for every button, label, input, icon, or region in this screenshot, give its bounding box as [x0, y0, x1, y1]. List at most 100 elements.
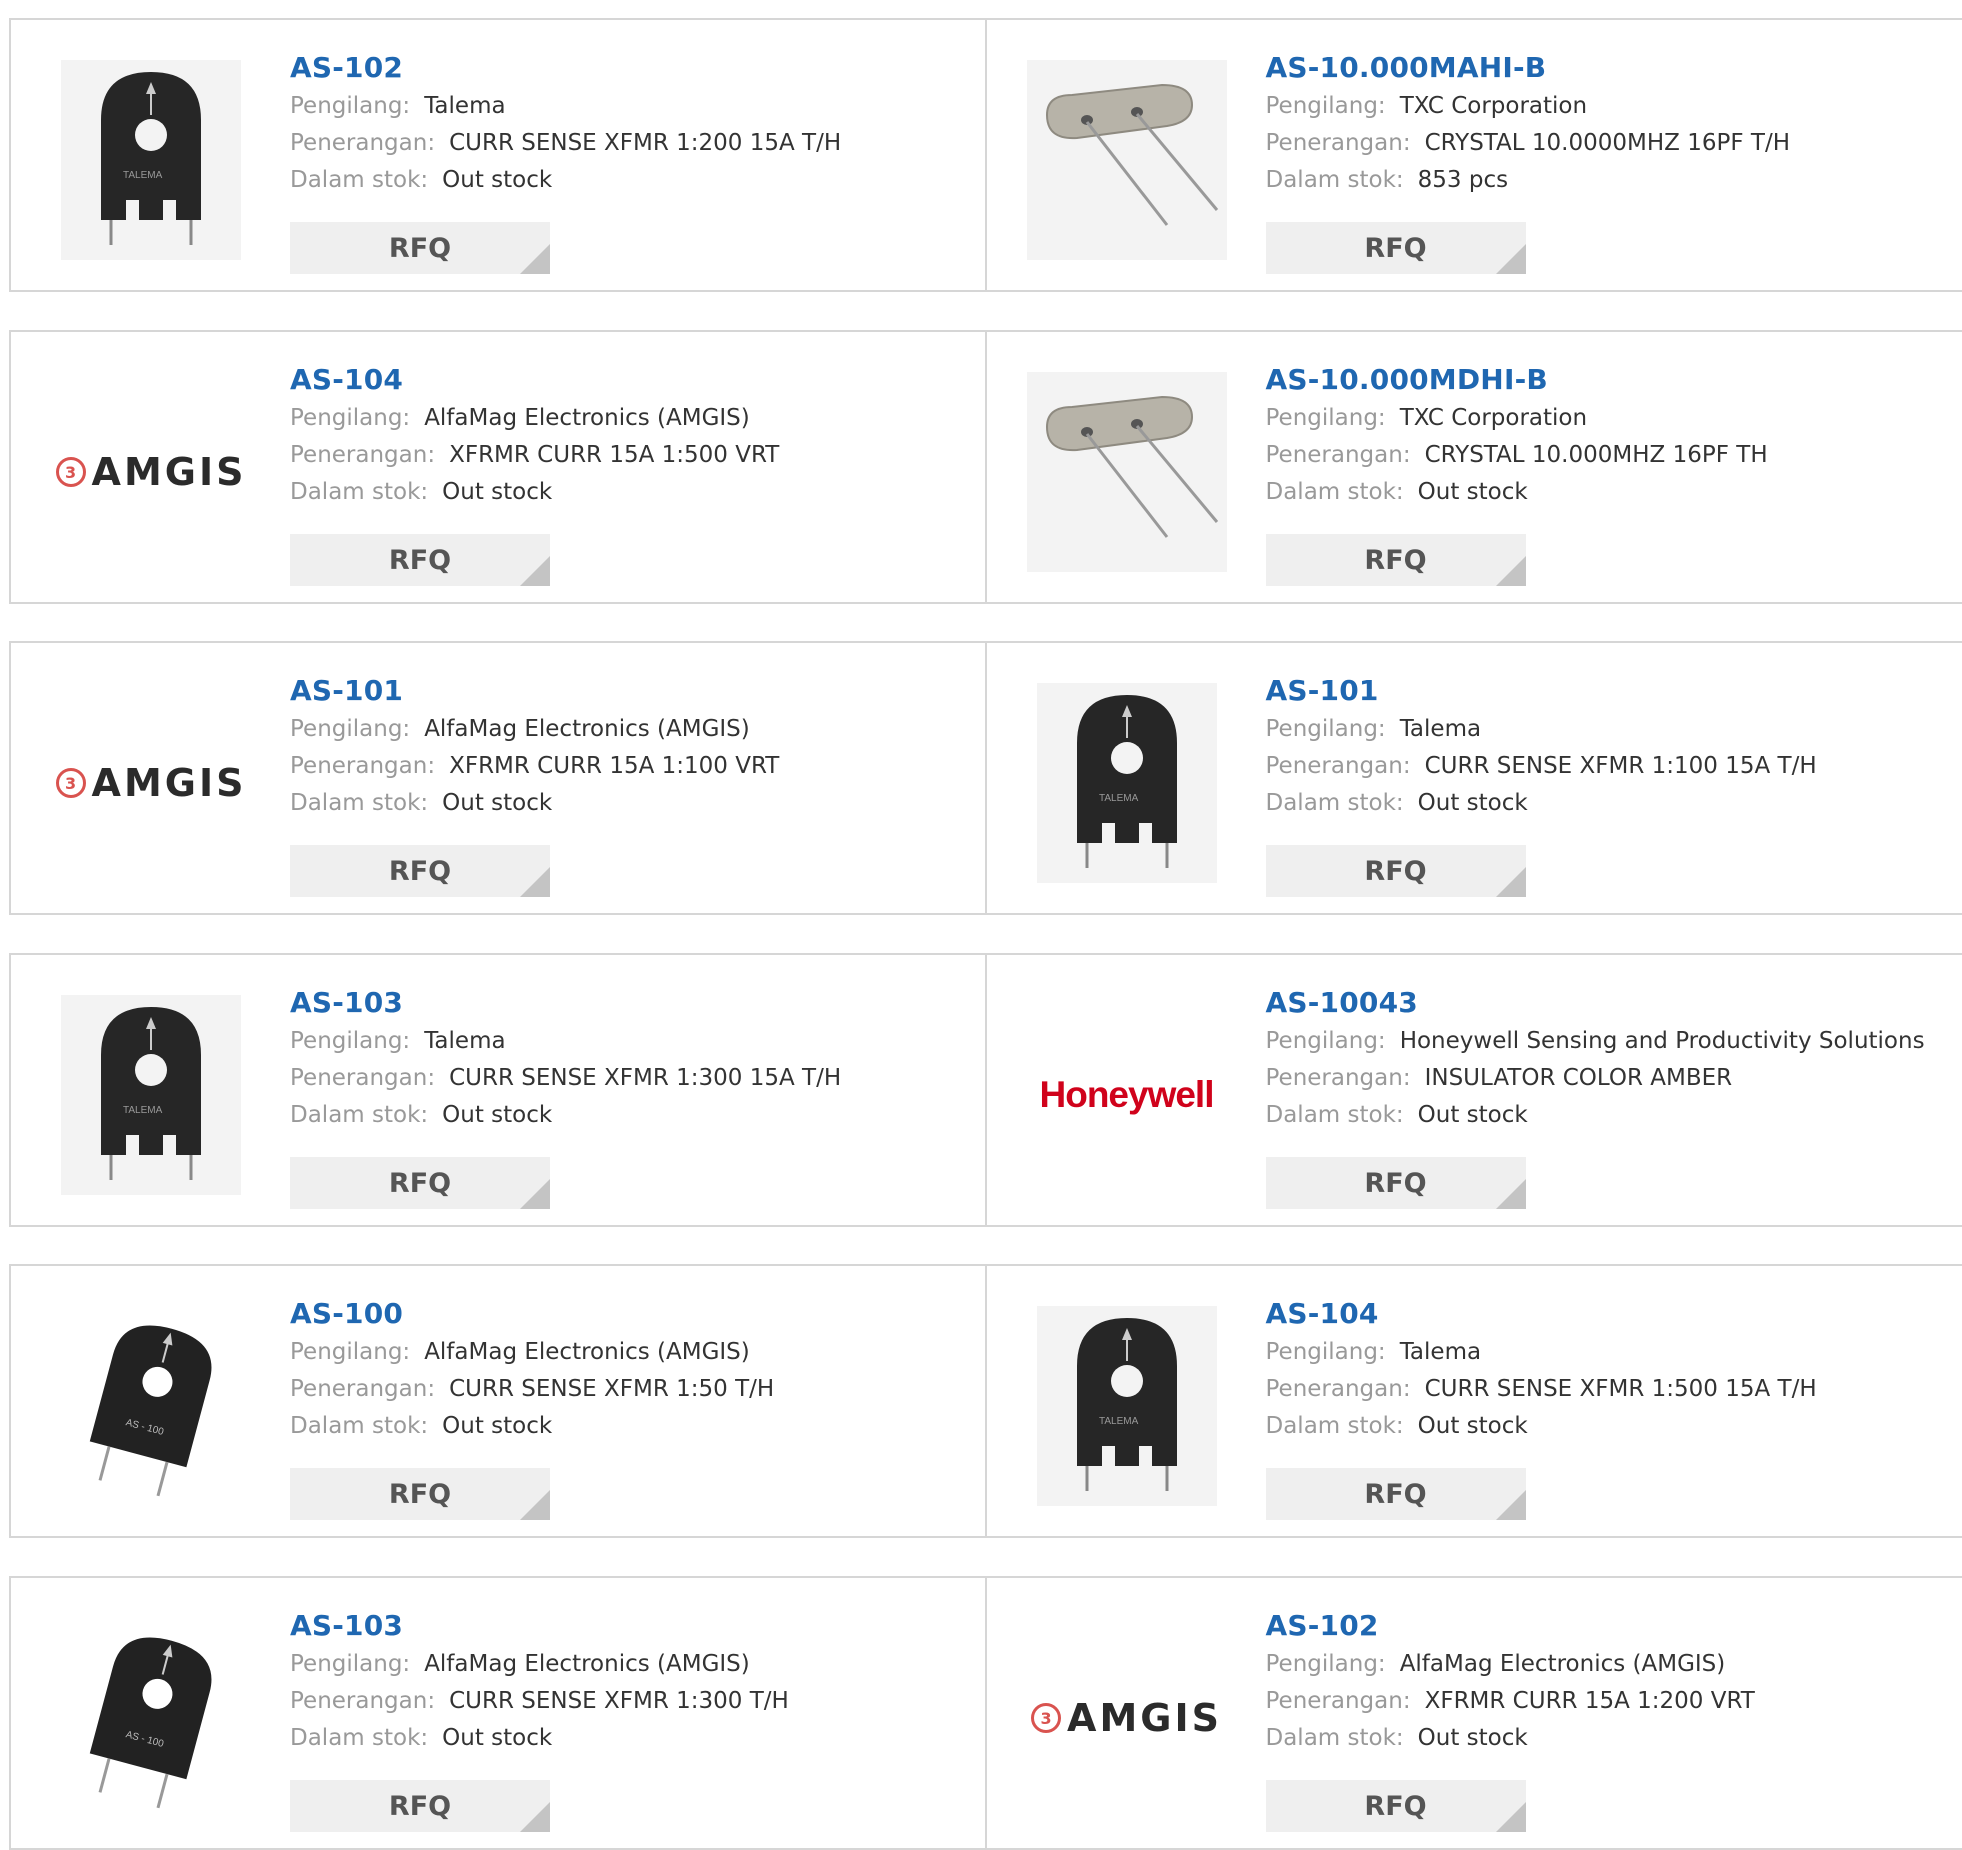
manufacturer: Pengilang:Talema: [1266, 1334, 1953, 1371]
part-number-link[interactable]: AS-104: [290, 360, 975, 400]
description: Penerangan:INSULATOR COLOR AMBER: [1266, 1060, 1953, 1097]
stock: Dalam stok:Out stock: [1266, 1097, 1953, 1134]
stock-value: Out stock: [1418, 479, 1528, 505]
manufacturer: Pengilang:AlfaMag Electronics (AMGIS): [1266, 1646, 1953, 1683]
stock: Dalam stok:Out stock: [290, 785, 975, 822]
description: Penerangan:CRYSTAL 10.0000MHZ 16PF T/H: [1266, 125, 1953, 162]
manufacturer-label: Pengilang:: [290, 93, 410, 119]
transformer-image: TALEMA: [51, 995, 251, 1195]
rfq-button-label: RFQ: [389, 1479, 451, 1510]
rfq-corner-decoration: [1496, 244, 1526, 274]
manufacturer-label: Pengilang:: [1266, 1651, 1386, 1677]
description-value: CURR SENSE XFMR 1:100 15A T/H: [1425, 753, 1817, 779]
manufacturer: Pengilang:AlfaMag Electronics (AMGIS): [290, 711, 975, 748]
part-number-link[interactable]: AS-10043: [1266, 983, 1953, 1023]
stock-value: Out stock: [442, 167, 552, 193]
manufacturer: Pengilang:TXC Corporation: [1266, 400, 1953, 437]
product-card: AS-10.000MAHI-BPengilang:TXC Corporation…: [987, 20, 1962, 290]
rfq-button[interactable]: RFQ: [290, 222, 550, 274]
amgis-logo-mark: 3: [56, 768, 86, 798]
product-row: AS - 100AS-103Pengilang:AlfaMag Electron…: [9, 1576, 1962, 1850]
product-list: TALEMAAS-102Pengilang:TalemaPenerangan:C…: [0, 0, 1962, 1840]
description-label: Penerangan:: [290, 1065, 435, 1091]
manufacturer-value: Honeywell Sensing and Productivity Solut…: [1400, 1028, 1925, 1054]
product-card: AS - 100AS-103Pengilang:AlfaMag Electron…: [11, 1578, 987, 1848]
part-number-link[interactable]: AS-101: [1266, 671, 1953, 711]
rfq-button[interactable]: RFQ: [1266, 1780, 1526, 1832]
description-label: Penerangan:: [1266, 1065, 1411, 1091]
rfq-corner-decoration: [520, 1490, 550, 1520]
amgis-logo-mark: 3: [56, 457, 86, 487]
transformer-image: TALEMA: [1027, 683, 1227, 883]
rfq-button[interactable]: RFQ: [290, 1780, 550, 1832]
product-info: AS-102Pengilang:AlfaMag Electronics (AMG…: [1266, 1606, 1953, 1757]
description: Penerangan:CURR SENSE XFMR 1:100 15A T/H: [1266, 748, 1953, 785]
rfq-corner-decoration: [520, 244, 550, 274]
rfq-button[interactable]: RFQ: [290, 845, 550, 897]
honeywell-logo-text: Honeywell: [1040, 1074, 1214, 1116]
stock-value: Out stock: [442, 1725, 552, 1751]
amgis-logo: 3AMGIS: [1027, 1618, 1227, 1818]
product-row: TALEMA AS-103Pengilang:TalemaPenerangan:C…: [9, 953, 1962, 1227]
rfq-button[interactable]: RFQ: [290, 1157, 550, 1209]
description-label: Penerangan:: [290, 130, 435, 156]
stock: Dalam stok: Out stock: [290, 162, 975, 199]
rfq-button-label: RFQ: [389, 1791, 451, 1822]
description-value: CURR SENSE XFMR 1:500 15A T/H: [1425, 1376, 1817, 1402]
product-card: TALEMA AS-103Pengilang:TalemaPenerangan:C…: [11, 955, 987, 1225]
rfq-button[interactable]: RFQ: [1266, 1468, 1526, 1520]
stock-value: Out stock: [1418, 1413, 1528, 1439]
manufacturer: Pengilang:Honeywell Sensing and Producti…: [1266, 1023, 1953, 1060]
part-number-link[interactable]: AS-10.000MDHI-B: [1266, 360, 1953, 400]
part-number-link[interactable]: AS-102: [290, 48, 975, 88]
description-label: Penerangan:: [1266, 1376, 1411, 1402]
product-card: AS-10.000MDHI-BPengilang:TXC Corporation…: [987, 332, 1962, 602]
amgis-logo: 3AMGIS: [51, 372, 251, 572]
stock-value: Out stock: [442, 1413, 552, 1439]
description: Penerangan: CURR SENSE XFMR 1:500 15A T/H: [1266, 1371, 1953, 1408]
rfq-button[interactable]: RFQ: [1266, 534, 1526, 586]
manufacturer-value: Talema: [424, 93, 505, 119]
manufacturer-value: AlfaMag Electronics (AMGIS): [424, 1339, 750, 1365]
manufacturer-value: Talema: [1400, 1339, 1481, 1365]
rfq-button-label: RFQ: [1364, 856, 1426, 887]
stock-label: Dalam stok:: [290, 1413, 428, 1439]
crystal-image: [1027, 60, 1227, 260]
rfq-button[interactable]: RFQ: [290, 534, 550, 586]
stock: Dalam stok:Out stock: [290, 474, 975, 511]
part-number-link[interactable]: AS-100: [290, 1294, 975, 1334]
manufacturer-value: TXC Corporation: [1400, 405, 1587, 431]
part-number-link[interactable]: AS-103: [290, 1606, 975, 1646]
rfq-button-label: RFQ: [1364, 1168, 1426, 1199]
amgis-logo-text: AMGIS: [92, 450, 247, 494]
rfq-button[interactable]: RFQ: [290, 1468, 550, 1520]
product-card: TALEMA AS-104Pengilang:Talema Penerangan: C…: [987, 1266, 1962, 1536]
rfq-button-label: RFQ: [389, 545, 451, 576]
rfq-button[interactable]: RFQ: [1266, 1157, 1526, 1209]
stock-label: Dalam stok:: [290, 167, 428, 193]
product-info: AS-10.000MDHI-BPengilang:TXC Corporation…: [1266, 360, 1953, 511]
part-number-link[interactable]: AS-102: [1266, 1606, 1953, 1646]
manufacturer-value: Talema: [1400, 716, 1481, 742]
description: Penerangan:CRYSTAL 10.000MHZ 16PF TH: [1266, 437, 1953, 474]
rfq-button-label: RFQ: [389, 233, 451, 264]
rfq-button[interactable]: RFQ: [1266, 222, 1526, 274]
product-info: AS-102Pengilang:TalemaPenerangan:CURR SE…: [290, 48, 975, 199]
part-number-link[interactable]: AS-101: [290, 671, 975, 711]
part-number-link[interactable]: AS-104: [1266, 1294, 1953, 1334]
rfq-button-label: RFQ: [1364, 233, 1426, 264]
amgis-logo-mark: 3: [1031, 1703, 1061, 1733]
part-number-link[interactable]: AS-10.000MAHI-B: [1266, 48, 1953, 88]
product-row: AS - 100AS-100Pengilang:AlfaMag Electron…: [9, 1264, 1962, 1538]
svg-text:TALEMA: TALEMA: [1099, 1416, 1139, 1427]
description-value: XFRMR CURR 15A 1:200 VRT: [1425, 1688, 1755, 1714]
part-number-link[interactable]: AS-103: [290, 983, 975, 1023]
amgis-logo: 3AMGIS: [51, 683, 251, 883]
product-info: AS-103Pengilang:TalemaPenerangan:CURR SE…: [290, 983, 975, 1134]
rfq-button[interactable]: RFQ: [1266, 845, 1526, 897]
description-value: CURR SENSE XFMR 1:300 15A T/H: [449, 1065, 841, 1091]
rfq-button-label: RFQ: [389, 856, 451, 887]
product-info: AS-104Pengilang:Talema Penerangan: CURR SE…: [1266, 1294, 1953, 1445]
stock-label: Dalam stok:: [1266, 167, 1404, 193]
product-card: TALEMAAS-102Pengilang:TalemaPenerangan:C…: [11, 20, 987, 290]
